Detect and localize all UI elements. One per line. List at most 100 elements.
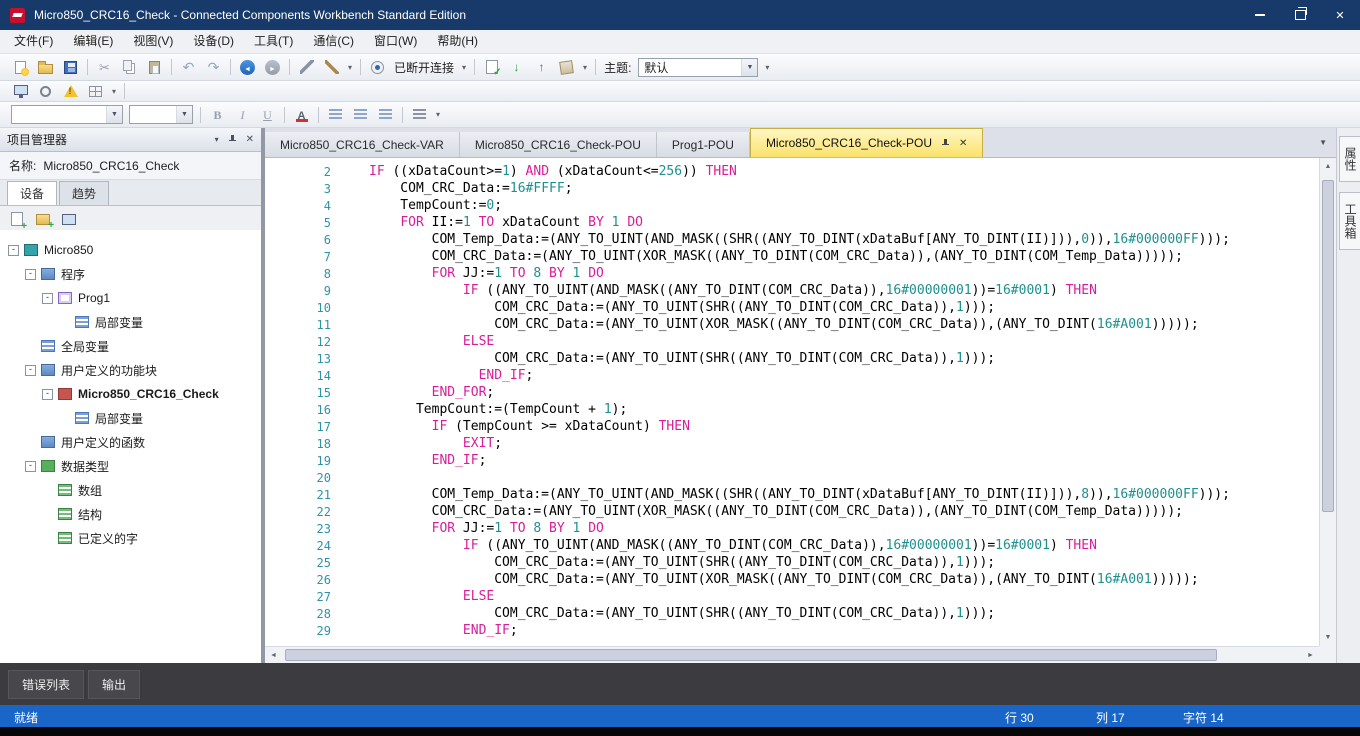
editor-tab-4[interactable]: Micro850_CRC16_Check-POU✕: [750, 128, 983, 157]
list-button[interactable]: [408, 104, 431, 125]
editor-tab-2[interactable]: Micro850_CRC16_Check-POU: [460, 132, 657, 157]
editor-tab-1[interactable]: Micro850_CRC16_Check-VAR: [265, 132, 460, 157]
verify-button[interactable]: [480, 57, 503, 78]
toolbar-overflow-icon[interactable]: ▾: [112, 87, 116, 96]
italic-button[interactable]: [231, 104, 254, 125]
tree-item[interactable]: 已定义的字: [0, 526, 261, 550]
menu-item-4[interactable]: 设备(D): [183, 30, 244, 53]
style-select[interactable]: ▼: [11, 105, 123, 124]
build-button[interactable]: [320, 57, 343, 78]
panel-pin-icon[interactable]: [228, 135, 237, 144]
navigate-back-button[interactable]: [236, 57, 259, 78]
tree-item[interactable]: 局部变量: [0, 406, 261, 430]
scroll-right-icon[interactable]: ►: [1302, 647, 1319, 663]
warning-button[interactable]: [59, 81, 82, 102]
dropdown-arrow-icon[interactable]: ▼: [176, 106, 192, 123]
menu-item-3[interactable]: 视图(V): [123, 30, 183, 53]
scroll-up-icon[interactable]: ▲: [1320, 158, 1336, 175]
toolbar-overflow-icon[interactable]: ▾: [348, 63, 352, 72]
tree-item[interactable]: -Prog1: [0, 286, 261, 310]
editor-tab-3[interactable]: Prog1-POU: [657, 132, 750, 157]
tree-item[interactable]: -数据类型: [0, 454, 261, 478]
tree-expander-icon[interactable]: -: [42, 389, 53, 400]
monitor-button[interactable]: [9, 81, 32, 102]
toolbar-overflow-icon[interactable]: ▾: [765, 63, 769, 72]
vertical-scrollbar[interactable]: ▲ ▼: [1319, 158, 1336, 646]
menu-item-2[interactable]: 编辑(E): [63, 30, 123, 53]
tree-item[interactable]: -Micro850_CRC16_Check: [0, 382, 261, 406]
toolbar-overflow-icon[interactable]: ▾: [462, 63, 466, 72]
menu-item-6[interactable]: 通信(C): [303, 30, 364, 53]
font-color-button[interactable]: [290, 104, 313, 125]
bottom-tab-1[interactable]: 错误列表: [8, 670, 84, 699]
toolbar-overflow-icon[interactable]: ▾: [436, 110, 440, 119]
side-tab-1[interactable]: 属性: [1339, 136, 1360, 182]
horizontal-scrollbar[interactable]: ◄ ►: [265, 646, 1319, 663]
upload-button[interactable]: [530, 57, 553, 78]
tree-item[interactable]: 数组: [0, 478, 261, 502]
vertical-scroll-thumb[interactable]: [1322, 180, 1334, 512]
side-tab-2[interactable]: 工具箱: [1339, 192, 1360, 250]
add-item-button[interactable]: [7, 209, 27, 229]
tree-item[interactable]: 结构: [0, 502, 261, 526]
align-right-button[interactable]: [374, 104, 397, 125]
scroll-down-icon[interactable]: ▼: [1320, 629, 1336, 646]
panel-close-icon[interactable]: ✕: [246, 134, 254, 145]
hardware-view-button[interactable]: [59, 209, 79, 229]
restore-button[interactable]: [1280, 0, 1320, 30]
connection-dot-button[interactable]: [366, 57, 389, 78]
grid-button[interactable]: [84, 81, 107, 102]
bold-button[interactable]: [206, 104, 229, 125]
open-button[interactable]: [34, 57, 57, 78]
toolbar-overflow-icon[interactable]: ▾: [583, 63, 587, 72]
project-tab-2[interactable]: 趋势: [59, 181, 109, 205]
menu-item-5[interactable]: 工具(T): [244, 30, 303, 53]
tree-item[interactable]: 局部变量: [0, 310, 261, 334]
tree-item[interactable]: -程序: [0, 262, 261, 286]
copy-button[interactable]: [118, 57, 141, 78]
tree-expander-icon[interactable]: -: [25, 269, 36, 280]
tree-item[interactable]: -用户定义的功能块: [0, 358, 261, 382]
wrench-button[interactable]: [295, 57, 318, 78]
tree-expander-icon[interactable]: -: [25, 461, 36, 472]
redo-button[interactable]: [202, 57, 225, 78]
power-button[interactable]: [34, 81, 57, 102]
tree-item[interactable]: -Micro850: [0, 238, 261, 262]
download-button[interactable]: [505, 57, 528, 78]
undo-button[interactable]: [177, 57, 200, 78]
tree-item[interactable]: 全局变量: [0, 334, 261, 358]
code-editor[interactable]: 2IF ((xDataCount>=1) AND (xDataCount<=25…: [265, 158, 1319, 646]
size-select[interactable]: ▼: [129, 105, 193, 124]
bottom-tab-2[interactable]: 输出: [88, 670, 140, 699]
cut-button[interactable]: [93, 57, 116, 78]
code-line: 15 END_FOR;: [265, 384, 1319, 401]
tab-close-icon[interactable]: ✕: [959, 138, 967, 149]
theme-select[interactable]: 默认▼: [638, 58, 758, 77]
project-tab-1[interactable]: 设备: [7, 181, 57, 205]
tree-expander-icon[interactable]: -: [25, 365, 36, 376]
align-center-button[interactable]: [349, 104, 372, 125]
dropdown-arrow-icon[interactable]: ▼: [106, 106, 122, 123]
close-button[interactable]: ✕: [1320, 0, 1360, 30]
menu-item-7[interactable]: 窗口(W): [364, 30, 427, 53]
save-button[interactable]: [59, 57, 82, 78]
tab-pin-icon[interactable]: [941, 139, 950, 148]
add-folder-button[interactable]: [33, 209, 53, 229]
diagnose-button[interactable]: [555, 57, 578, 78]
minimize-button[interactable]: [1240, 0, 1280, 30]
horizontal-scroll-thumb[interactable]: [285, 649, 1217, 661]
tree-item[interactable]: 用户定义的函数: [0, 430, 261, 454]
scroll-left-icon[interactable]: ◄: [265, 647, 282, 663]
align-left-button[interactable]: [324, 104, 347, 125]
menu-item-8[interactable]: 帮助(H): [427, 30, 488, 53]
navigate-forward-button[interactable]: [261, 57, 284, 78]
underline-button[interactable]: [256, 104, 279, 125]
panel-menu-icon[interactable]: ▾: [215, 135, 219, 144]
tab-list-dropdown-icon[interactable]: ▼: [1310, 138, 1336, 147]
dropdown-arrow-icon[interactable]: ▼: [741, 59, 757, 76]
new-file-button[interactable]: [9, 57, 32, 78]
menu-item-1[interactable]: 文件(F): [4, 30, 63, 53]
paste-button[interactable]: [143, 57, 166, 78]
tree-expander-icon[interactable]: -: [8, 245, 19, 256]
tree-expander-icon[interactable]: -: [42, 293, 53, 304]
